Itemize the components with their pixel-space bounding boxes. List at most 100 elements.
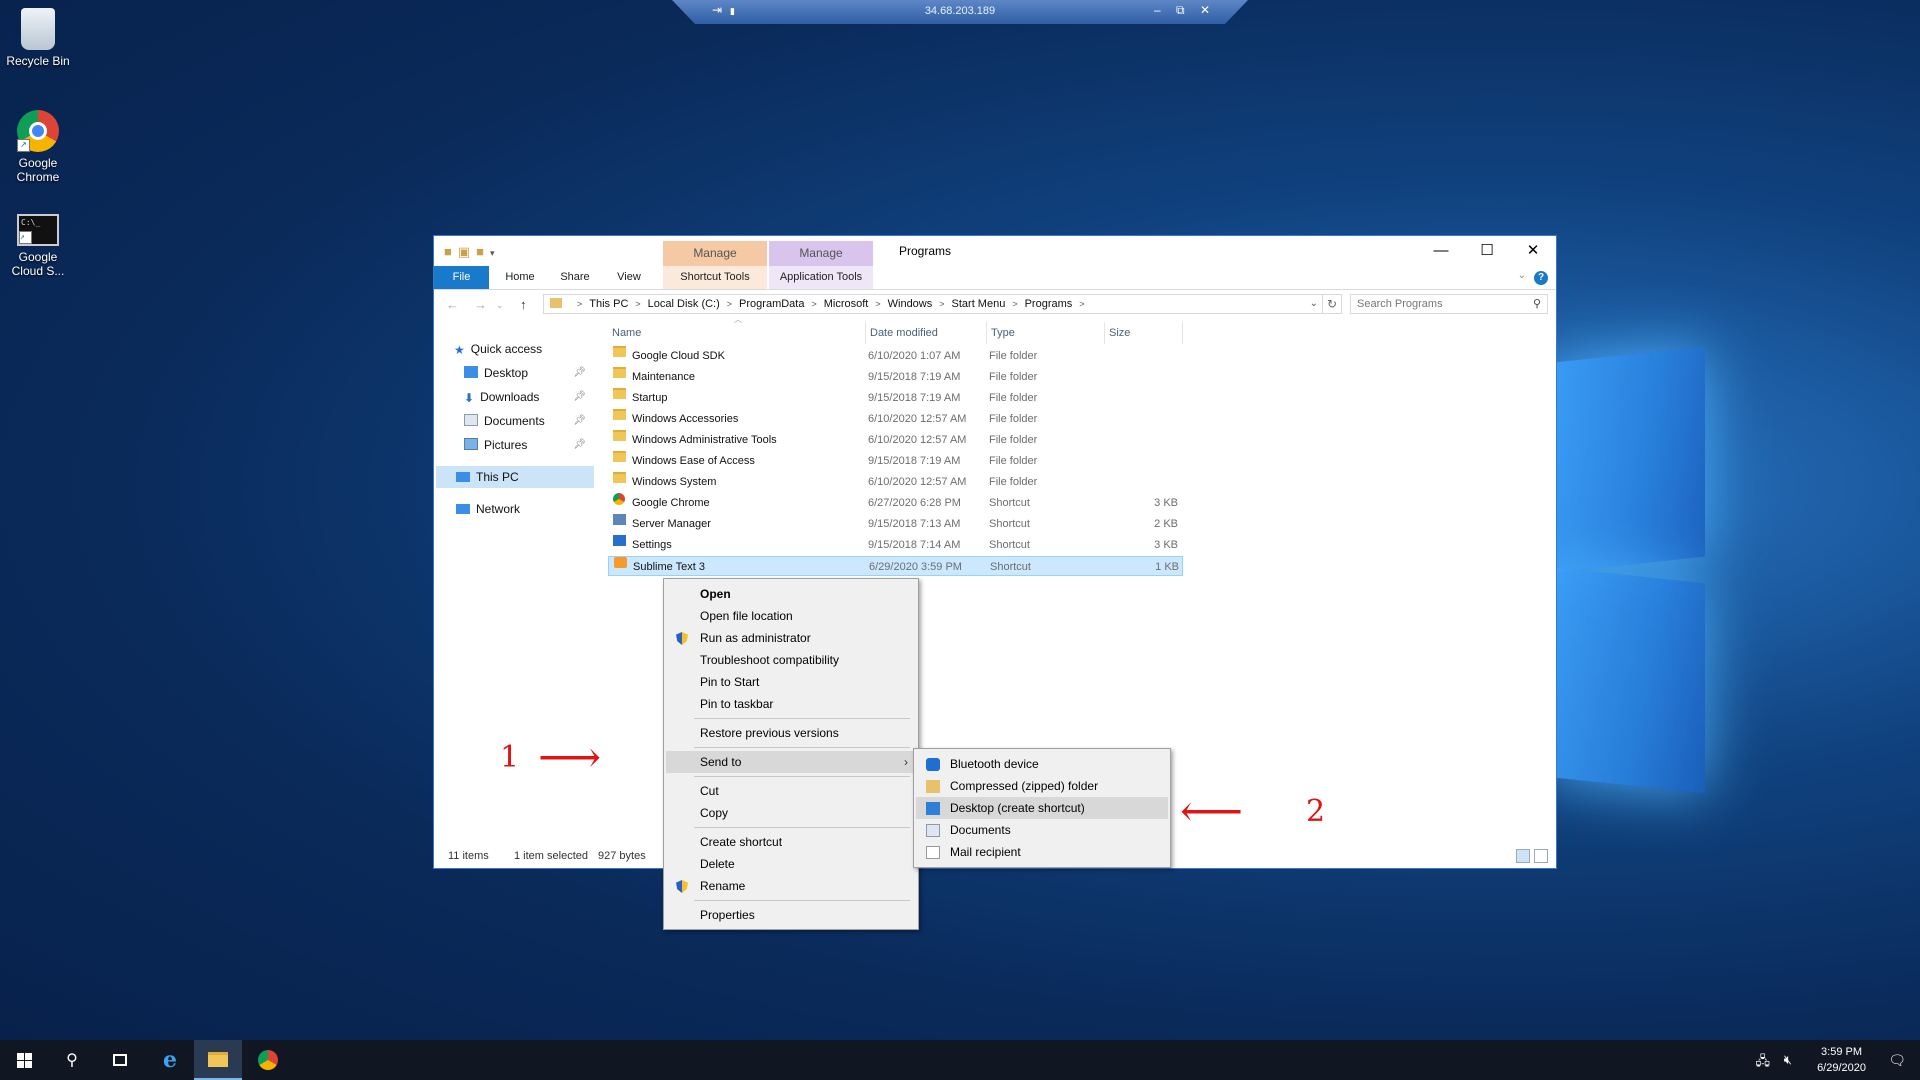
column-header-type[interactable]: Type — [987, 322, 1105, 344]
file-row[interactable]: Server Manager 9/15/2018 7:13 AM Shortcut 2… — [608, 514, 1183, 534]
breadcrumb-separator-icon[interactable]: > — [939, 299, 944, 309]
pin-icon[interactable]: 📌︎ — [573, 434, 586, 456]
breadcrumb-windows[interactable]: Windows — [888, 298, 933, 310]
start-button[interactable] — [0, 1040, 48, 1080]
title-bar[interactable]: ■▣■▾ Manage Manage Programs — ☐ ✕ — [434, 236, 1556, 266]
pin-icon[interactable]: 📌︎ — [573, 362, 586, 384]
back-arrow-icon[interactable]: ← — [446, 297, 459, 312]
details-view-button[interactable] — [1516, 849, 1530, 863]
breadcrumb-this-pc[interactable]: This PC — [589, 298, 628, 310]
file-row[interactable]: Windows Administrative Tools 6/10/2020 12… — [608, 430, 1183, 450]
taskbar-internet-explorer[interactable]: e — [146, 1040, 194, 1080]
menu-item-documents[interactable]: Documents — [916, 819, 1168, 841]
minimize-button[interactable]: — — [1418, 236, 1464, 266]
tab-share[interactable]: Share — [548, 266, 602, 289]
pin-icon[interactable]: 📌︎ — [573, 410, 586, 432]
menu-item-open-file-location[interactable]: Open file location — [666, 605, 916, 627]
menu-item-send-to[interactable]: Send to › — [666, 751, 916, 773]
breadcrumb-separator-icon[interactable]: > — [727, 299, 732, 309]
menu-item-delete[interactable]: Delete — [666, 853, 916, 875]
menu-item-pin-to-start[interactable]: Pin to Start — [666, 671, 916, 693]
help-icon[interactable]: ? — [1534, 271, 1548, 285]
file-row[interactable]: Startup 9/15/2018 7:19 AM File folder — [608, 388, 1183, 408]
recent-locations-icon[interactable]: ⌄ — [496, 300, 504, 311]
quick-access-toolbar[interactable]: ■▣■▾ — [444, 244, 501, 260]
column-header-name[interactable]: Name — [608, 322, 866, 344]
close-button[interactable]: ✕ — [1510, 236, 1556, 266]
pin-icon[interactable]: 📌︎ — [573, 386, 586, 408]
up-arrow-icon[interactable]: ↑ — [520, 297, 527, 312]
menu-item-compressed-folder[interactable]: Compressed (zipped) folder — [916, 775, 1168, 797]
desktop-icon-recycle-bin[interactable]: Recycle Bin — [0, 8, 76, 68]
file-row[interactable]: Windows Accessories 6/10/2020 12:57 AM Fil… — [608, 409, 1183, 429]
desktop-icon-google-chrome[interactable]: ↗ Google Chrome — [0, 110, 76, 184]
expand-ribbon-icon[interactable]: ⌄ — [1518, 270, 1526, 281]
maximize-button[interactable]: ☐ — [1464, 236, 1510, 266]
nav-item-downloads[interactable]: ⬇ Downloads 📌︎ — [464, 386, 592, 408]
breadcrumb-programdata[interactable]: ProgramData — [739, 298, 804, 310]
volume-muted-icon[interactable]: 🔇︎ — [1784, 1052, 1792, 1068]
rdp-connection-bar[interactable]: ⇥ ▮ 34.68.203.189 – ⧉ ✕ — [672, 0, 1248, 24]
file-row[interactable]: Windows System 6/10/2020 12:57 AM File fol… — [608, 472, 1183, 492]
menu-item-create-shortcut[interactable]: Create shortcut — [666, 831, 916, 853]
file-row[interactable]: Google Chrome 6/27/2020 6:28 PM Shortcut 3 … — [608, 493, 1183, 513]
send-to-submenu[interactable]: Bluetooth device Compressed (zipped) fol… — [913, 748, 1171, 868]
breadcrumb-separator-icon[interactable]: > — [811, 299, 816, 309]
breadcrumb-separator-icon[interactable]: > — [1079, 299, 1084, 309]
breadcrumb-start-menu[interactable]: Start Menu — [952, 298, 1006, 310]
search-input[interactable]: Search Programs ⚲ — [1350, 294, 1548, 314]
menu-item-properties[interactable]: Properties — [666, 904, 916, 926]
menu-item-restore-previous-versions[interactable]: Restore previous versions — [666, 722, 916, 744]
properties-icon[interactable]: ▣ — [458, 244, 476, 259]
menu-item-desktop-create-shortcut[interactable]: Desktop (create shortcut) — [916, 797, 1168, 819]
column-header-size[interactable]: Size — [1105, 322, 1183, 344]
clock[interactable]: 3:59 PM 6/29/2020 — [1817, 1044, 1866, 1076]
menu-item-rename[interactable]: Rename — [666, 875, 916, 897]
file-row[interactable]: Windows Ease of Access 9/15/2018 7:19 AM F… — [608, 451, 1183, 471]
large-icons-view-button[interactable] — [1534, 849, 1548, 863]
new-folder-icon[interactable]: ■ — [476, 244, 490, 259]
taskbar-google-chrome[interactable] — [244, 1040, 292, 1080]
nav-item-documents[interactable]: Documents 📌︎ — [464, 410, 592, 432]
column-header-date[interactable]: Date modified — [866, 322, 987, 344]
rdp-close-button[interactable]: ✕ — [1200, 3, 1210, 17]
context-menu[interactable]: Open Open file location Run as administr… — [663, 578, 919, 930]
menu-item-mail-recipient[interactable]: Mail recipient — [916, 841, 1168, 863]
refresh-button[interactable]: ↻ — [1322, 294, 1342, 314]
menu-item-open[interactable]: Open — [666, 583, 916, 605]
file-row[interactable]: Sublime Text 3 6/29/2020 3:59 PM Shortcut 1… — [608, 556, 1183, 576]
rdp-minimize-button[interactable]: – — [1154, 3, 1161, 17]
tab-shortcut-tools[interactable]: Shortcut Tools — [663, 266, 767, 289]
nav-item-quick-access[interactable]: ★ Quick access — [454, 338, 612, 360]
file-row[interactable]: Maintenance 9/15/2018 7:19 AM File folder — [608, 367, 1183, 387]
tab-application-tools[interactable]: Application Tools — [769, 266, 873, 289]
menu-item-troubleshoot-compatibility[interactable]: Troubleshoot compatibility — [666, 649, 916, 671]
network-tray-icon[interactable]: 🖧︎ — [1756, 1052, 1771, 1074]
tab-view[interactable]: View — [602, 266, 656, 289]
address-bar[interactable]: > This PC > Local Disk (C:) > ProgramData > Mic… — [543, 294, 1323, 314]
tab-home[interactable]: Home — [492, 266, 548, 289]
breadcrumb-local-disk[interactable]: Local Disk (C:) — [648, 298, 720, 310]
breadcrumb-separator-icon[interactable]: > — [635, 299, 640, 309]
nav-item-desktop[interactable]: Desktop 📌︎ — [464, 362, 592, 384]
rdp-restore-button[interactable]: ⧉ — [1176, 3, 1185, 18]
menu-item-run-as-administrator[interactable]: Run as administrator — [666, 627, 916, 649]
breadcrumb-programs[interactable]: Programs — [1025, 298, 1073, 310]
address-dropdown-icon[interactable]: ⌄ — [1310, 295, 1318, 313]
ribbon-tabs[interactable]: File Home Share View Shortcut Tools Appl… — [434, 266, 1556, 290]
breadcrumb-microsoft[interactable]: Microsoft — [824, 298, 869, 310]
menu-item-bluetooth-device[interactable]: Bluetooth device — [916, 753, 1168, 775]
chevron-down-icon[interactable]: ▾ — [490, 248, 501, 258]
taskbar-file-explorer[interactable] — [194, 1040, 242, 1080]
nav-item-pictures[interactable]: Pictures 📌︎ — [464, 434, 592, 456]
task-view-button[interactable] — [96, 1040, 144, 1080]
forward-arrow-icon[interactable]: → — [474, 297, 487, 312]
action-center-icon[interactable]: 🗨︎ — [1888, 1052, 1906, 1069]
tab-file[interactable]: File — [434, 266, 489, 289]
taskbar[interactable]: ⚲ e 🖧︎ 🔇︎ 3:59 PM 6/29/2020 🗨︎ — [0, 1040, 1920, 1080]
breadcrumb-separator-icon[interactable]: > — [1012, 299, 1017, 309]
menu-item-pin-to-taskbar[interactable]: Pin to taskbar — [666, 693, 916, 715]
breadcrumb-separator-icon[interactable]: > — [577, 299, 582, 309]
menu-item-copy[interactable]: Copy — [666, 802, 916, 824]
nav-item-this-pc[interactable]: This PC — [436, 466, 594, 488]
